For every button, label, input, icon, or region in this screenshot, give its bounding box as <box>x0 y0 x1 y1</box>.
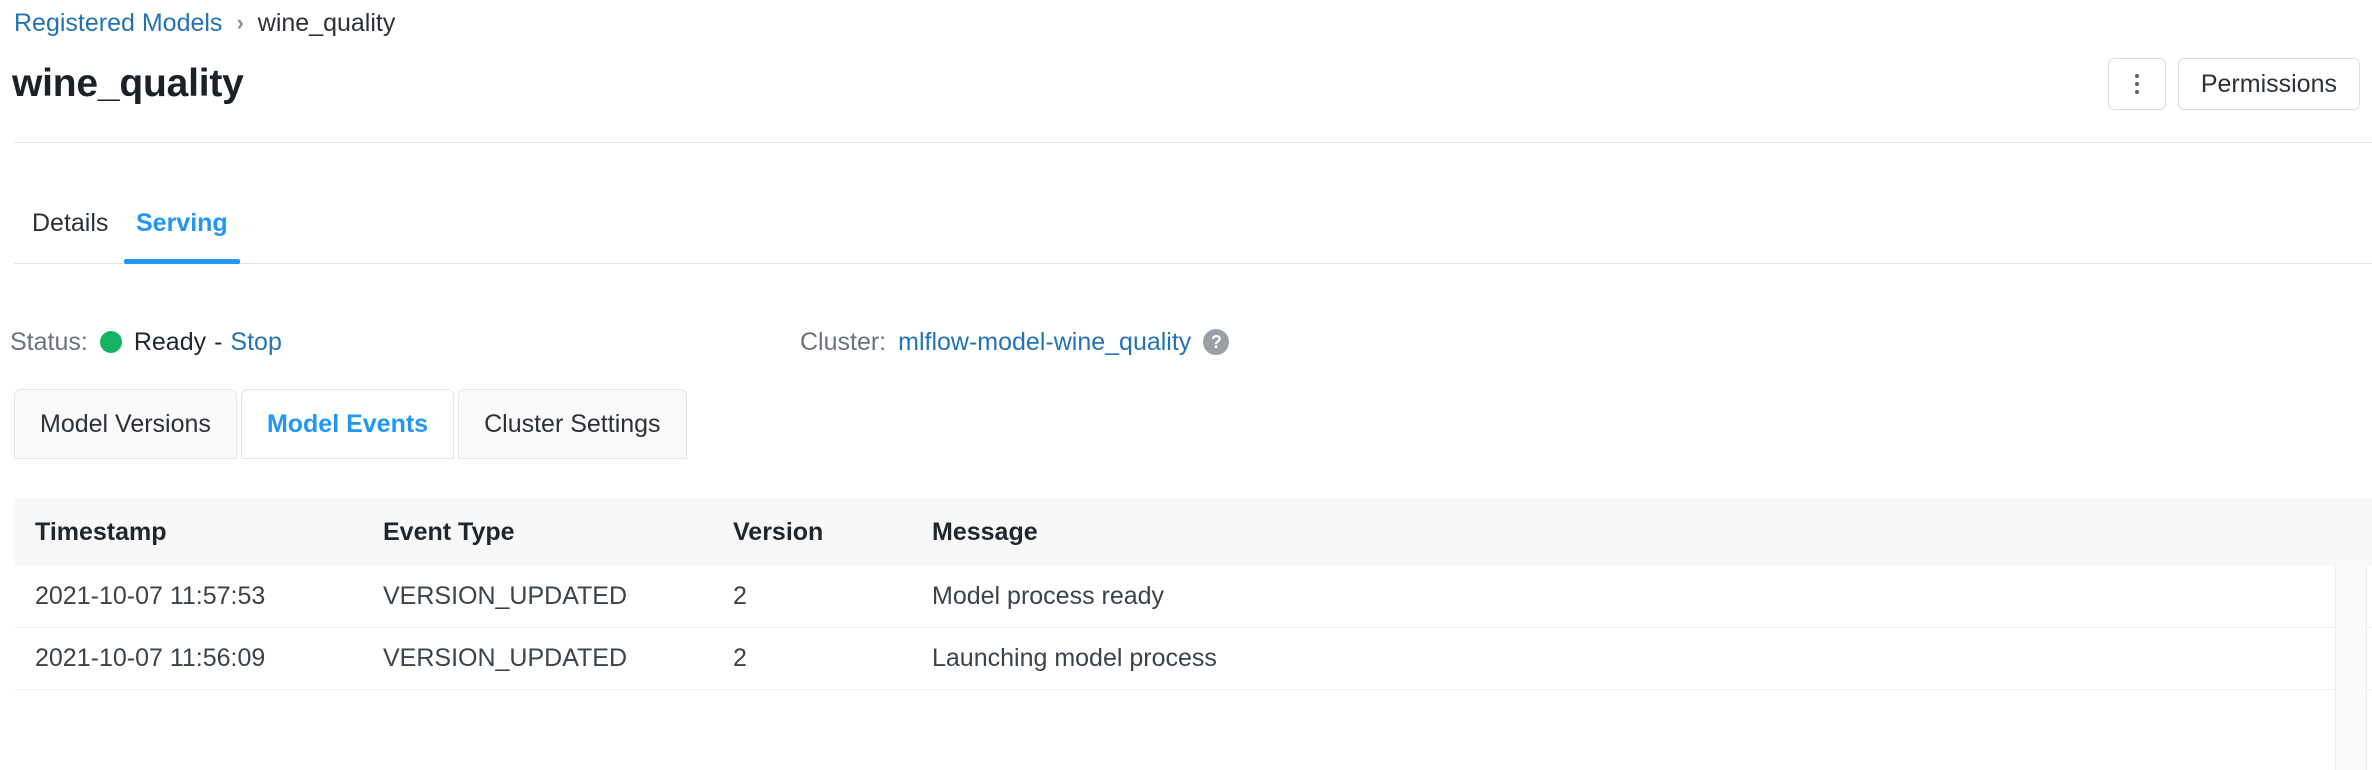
sub-tab-cluster-settings[interactable]: Cluster Settings <box>458 389 686 459</box>
table-row[interactable]: 2021-10-07 11:56:09 VERSION_UPDATED 2 La… <box>14 628 2372 690</box>
serving-sub-tabs: Model Versions Model Events Cluster Sett… <box>14 389 691 459</box>
more-options-button[interactable] <box>2108 58 2166 110</box>
breadcrumb-current: wine_quality <box>258 8 396 38</box>
cell-version: 2 <box>733 628 923 689</box>
help-icon[interactable]: ? <box>1203 329 1229 355</box>
status-block: Status: Ready - Stop <box>10 325 282 359</box>
sub-tab-model-versions-label: Model Versions <box>40 410 211 439</box>
sub-tab-model-events-label: Model Events <box>267 410 428 439</box>
cluster-label: Cluster: <box>800 325 886 359</box>
main-tabs-underline <box>14 263 2372 264</box>
table-vertical-scrollbar[interactable] <box>2335 566 2367 770</box>
column-header-message[interactable]: Message <box>932 498 2332 566</box>
title-actions: Permissions <box>2108 58 2360 110</box>
header-divider <box>14 142 2372 143</box>
sub-tab-model-versions[interactable]: Model Versions <box>14 389 237 459</box>
status-badge: Ready <box>134 325 206 359</box>
tab-details[interactable]: Details <box>32 208 108 264</box>
column-header-event-type[interactable]: Event Type <box>383 498 723 566</box>
cell-version: 2 <box>733 566 923 627</box>
cell-timestamp: 2021-10-07 11:56:09 <box>35 628 375 689</box>
sub-tab-cluster-settings-label: Cluster Settings <box>484 410 660 439</box>
status-separator: - <box>214 325 222 359</box>
cluster-block: Cluster: mlflow-model-wine_quality ? <box>800 325 1229 359</box>
breadcrumb-link-registered-models[interactable]: Registered Models <box>14 8 222 38</box>
stop-serving-link[interactable]: Stop <box>230 325 281 359</box>
tab-serving-active-indicator <box>124 259 240 264</box>
table-body: 2021-10-07 11:57:53 VERSION_UPDATED 2 Mo… <box>14 566 2372 770</box>
cell-event-type: VERSION_UPDATED <box>383 566 723 627</box>
kebab-menu-icon <box>2135 74 2139 94</box>
column-header-timestamp[interactable]: Timestamp <box>35 498 375 566</box>
table-header-row: Timestamp Event Type Version Message <box>14 498 2372 567</box>
breadcrumb-separator-icon: › <box>236 8 243 38</box>
main-tabs: Details Serving <box>14 208 2372 264</box>
cell-message: Launching model process <box>932 628 2332 689</box>
tab-serving-label: Serving <box>136 209 228 237</box>
cell-event-type: VERSION_UPDATED <box>383 628 723 689</box>
title-row: wine_quality Permissions <box>0 60 2372 120</box>
tab-details-label: Details <box>32 209 108 237</box>
status-label: Status: <box>10 325 88 359</box>
table-row[interactable]: 2021-10-07 11:57:53 VERSION_UPDATED 2 Mo… <box>14 566 2372 628</box>
permissions-button[interactable]: Permissions <box>2178 58 2360 110</box>
cell-timestamp: 2021-10-07 11:57:53 <box>35 566 375 627</box>
sub-tab-model-events[interactable]: Model Events <box>241 389 454 459</box>
breadcrumb: Registered Models › wine_quality <box>14 8 395 38</box>
model-events-table: Timestamp Event Type Version Message 202… <box>14 498 2372 770</box>
cluster-link[interactable]: mlflow-model-wine_quality <box>898 325 1191 359</box>
column-header-version[interactable]: Version <box>733 498 923 566</box>
cell-message: Model process ready <box>932 566 2332 627</box>
tab-serving[interactable]: Serving <box>124 208 240 264</box>
page-title: wine_quality <box>12 60 244 108</box>
status-ready-dot-icon <box>100 331 122 353</box>
